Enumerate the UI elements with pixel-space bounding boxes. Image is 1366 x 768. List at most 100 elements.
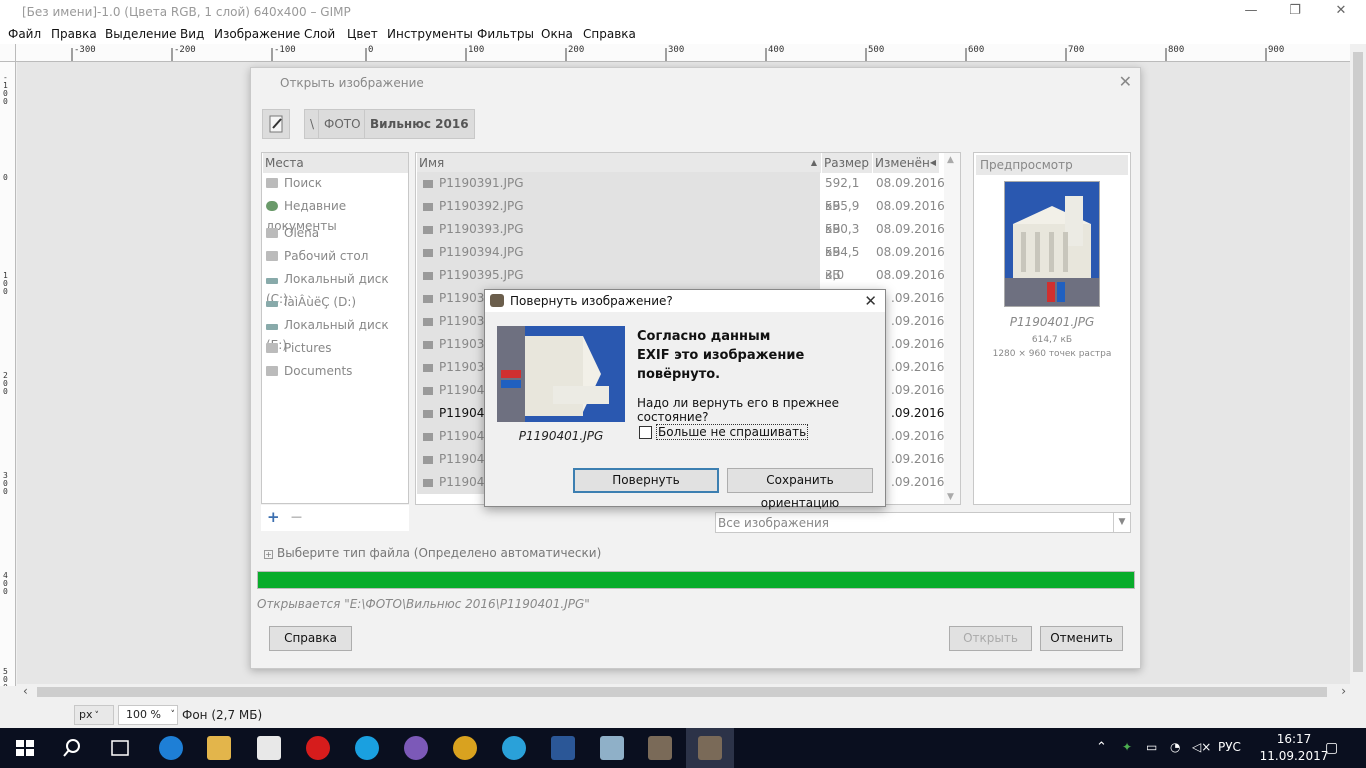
place-disk-e[interactable]: Локальный диск (E:) [266, 315, 408, 352]
file-filter-select[interactable]: Все изображения ▼ [715, 512, 1131, 533]
vertical-scrollbar[interactable] [1350, 44, 1366, 684]
close-icon[interactable]: ✕ [1119, 72, 1132, 91]
scroll-up-icon[interactable]: ▲ [947, 155, 954, 165]
place-search[interactable]: Поиск [266, 173, 322, 193]
file-date: .09.2016 [891, 429, 945, 443]
image-file-icon [423, 479, 433, 487]
file-type-expander[interactable]: + Выберите тип файла (Определено автомати… [264, 546, 601, 560]
menu-layer[interactable]: Слой [304, 27, 335, 41]
help-button[interactable]: Справка [269, 626, 352, 651]
paint-icon[interactable] [600, 736, 624, 760]
open-button[interactable]: Открыть [949, 626, 1032, 651]
horizontal-ruler[interactable]: -300 -200 -100 0 100 200 300 400 500 600… [16, 44, 1350, 62]
menu-file[interactable]: Файл [8, 27, 41, 41]
horizontal-scrollbar[interactable]: ‹ › [17, 684, 1350, 700]
clock-time[interactable]: 16:17 [1266, 732, 1322, 746]
scroll-thumb[interactable] [37, 687, 1327, 697]
image-file-icon [423, 226, 433, 234]
column-arrow-icon: ◀ [929, 158, 936, 167]
notifications-icon[interactable]: ▢ [1325, 740, 1338, 756]
remove-bookmark-button[interactable]: — [291, 510, 302, 523]
language-indicator[interactable]: РУС [1218, 740, 1241, 754]
minimize-button[interactable]: — [1228, 0, 1274, 24]
file-row[interactable]: P1190391.JPG [417, 172, 820, 195]
place-disk-c[interactable]: Локальный диск (C:) [266, 269, 408, 306]
file-date: .09.2016 [891, 475, 945, 489]
wifi-icon[interactable]: ◔ [1170, 740, 1180, 754]
gimp-taskbar-icon[interactable] [648, 736, 672, 760]
word-icon[interactable] [551, 736, 575, 760]
file-row[interactable]: P1190393.JPG [417, 218, 820, 241]
ruler-label: -100 [274, 45, 296, 55]
opera-icon[interactable] [306, 736, 330, 760]
search-icon[interactable] [60, 736, 84, 760]
zoom-select[interactable]: 100 % ˅ [118, 705, 178, 725]
menu-help[interactable]: Справка [583, 27, 636, 41]
column-modified[interactable]: Изменён ◀ [873, 153, 939, 173]
add-bookmark-button[interactable]: + [267, 508, 280, 526]
chrome-icon[interactable] [453, 736, 477, 760]
task-view-icon[interactable] [108, 736, 132, 760]
place-documents[interactable]: Documents [266, 361, 352, 381]
skype-icon[interactable] [355, 736, 379, 760]
folder-icon [266, 343, 278, 353]
restore-button[interactable]: ❐ [1272, 0, 1318, 24]
scroll-right-icon[interactable]: › [1341, 684, 1346, 698]
path-current-button[interactable]: Вильнюс 2016 [364, 109, 475, 139]
place-pictures[interactable]: Pictures [266, 338, 332, 358]
file-row[interactable]: P1190394.JPG [417, 241, 820, 264]
ruler-label: -100 [3, 73, 8, 106]
path-photo-button[interactable]: ФОТО [318, 109, 367, 139]
close-window-button[interactable]: ✕ [1318, 0, 1364, 24]
dont-ask-label[interactable]: Больше не спрашивать [656, 424, 809, 440]
file-row[interactable]: P1190395.JPG [417, 264, 820, 287]
cancel-button[interactable]: Отменить [1040, 626, 1123, 651]
ruler-corner[interactable] [0, 44, 16, 62]
tray-expand-icon[interactable]: ⌃ [1096, 740, 1107, 755]
sort-ascending-icon: ▲ [810, 158, 817, 167]
chevron-down-icon: ▼ [1113, 513, 1130, 532]
active-app-highlight[interactable] [686, 728, 734, 768]
ruler-label: 300 [668, 45, 685, 55]
viber-icon[interactable] [404, 736, 428, 760]
windows-start-icon[interactable] [13, 736, 37, 760]
close-icon[interactable]: ✕ [864, 292, 877, 310]
menu-view[interactable]: Вид [180, 27, 204, 41]
explorer-icon[interactable] [207, 736, 231, 760]
menu-edit[interactable]: Правка [51, 27, 97, 41]
battery-icon[interactable]: ▭ [1146, 740, 1157, 754]
folder-icon [266, 228, 278, 238]
volume-icon[interactable]: ◁× [1192, 740, 1211, 754]
column-name[interactable]: Имя ▲ [417, 153, 821, 173]
place-recent[interactable]: Недавние документы [266, 196, 408, 233]
column-size[interactable]: Размер [822, 153, 872, 173]
clock-date[interactable]: 11.09.2017 [1254, 749, 1334, 763]
file-row[interactable]: P1190392.JPG [417, 195, 820, 218]
edge-icon[interactable] [159, 736, 183, 760]
dont-ask-checkbox[interactable] [639, 426, 652, 439]
edit-location-button[interactable] [262, 109, 290, 139]
menu-filters[interactable]: Фильтры [477, 27, 534, 41]
menu-select[interactable]: Выделение [105, 27, 176, 41]
file-size: 595,9 кБ [825, 199, 860, 236]
vertical-ruler[interactable]: -100 0 100 200 300 400 500 [0, 62, 16, 686]
keep-orientation-button[interactable]: Сохранить ориентацию [727, 468, 873, 510]
scroll-thumb[interactable] [1353, 52, 1363, 672]
place-disk-d[interactable]: ïàìÂùëÇ (D:) [266, 292, 356, 312]
menu-tools[interactable]: Инструменты [387, 27, 473, 41]
scroll-down-icon[interactable]: ▼ [947, 492, 954, 502]
drive-icon [266, 324, 278, 330]
scroll-left-icon[interactable]: ‹ [23, 684, 28, 698]
place-olena[interactable]: Olena [266, 223, 319, 243]
menu-image[interactable]: Изображение [214, 27, 300, 41]
file-list-scrollbar[interactable]: ▲ ▼ [944, 153, 960, 504]
menu-windows[interactable]: Окна [541, 27, 573, 41]
place-desktop[interactable]: Рабочий стол [266, 246, 368, 266]
ruler-label: 0 [3, 173, 8, 182]
menu-color[interactable]: Цвет [347, 27, 378, 41]
telegram-icon[interactable] [502, 736, 526, 760]
unit-select[interactable]: px ˅ [74, 705, 114, 725]
rotate-button[interactable]: Повернуть [573, 468, 719, 493]
mail-icon[interactable] [257, 736, 281, 760]
network-app-icon[interactable]: ✦ [1122, 740, 1132, 754]
